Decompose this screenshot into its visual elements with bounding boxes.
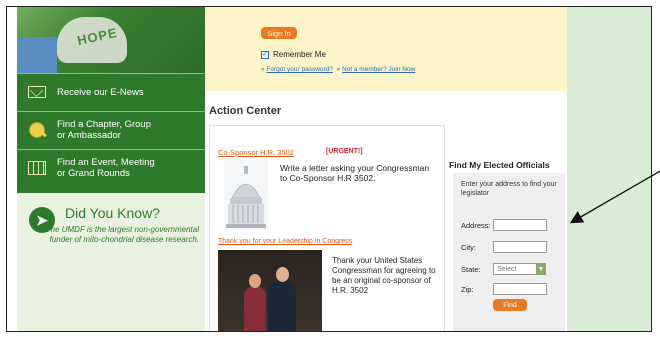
thanks-link[interactable]: Thank you for your Leadership in Congres… — [218, 238, 352, 245]
sidebar-item-label: Receive our E-News — [57, 86, 144, 98]
state-label: State: — [461, 265, 481, 274]
right-pane — [567, 7, 651, 331]
cosponsor-link[interactable]: Co-Sponsor H.R. 3502 — [218, 148, 294, 157]
sidebar-item-label: Find an Event, Meeting or Grand Rounds — [57, 157, 155, 179]
forgot-password-link[interactable]: Forgot your password? — [266, 66, 332, 73]
zip-input[interactable] — [493, 283, 547, 295]
address-label: Address: — [461, 221, 491, 230]
sidebar-item-find-chapter[interactable]: Find a Chapter, Group or Ambassador — [17, 111, 205, 148]
signin-box: Sign In ✓ Remember Me » Forgot your pass… — [205, 7, 567, 91]
photo-person-man — [268, 267, 296, 331]
globe-search-icon — [29, 122, 45, 138]
cosponsor-text: Write a letter asking your Congressman t… — [280, 163, 430, 183]
city-input[interactable] — [493, 241, 547, 253]
action-center-panel: Co-Sponsor H.R. 3502 [URGENT!] Write a l… — [209, 125, 445, 331]
officials-intro: Enter your address to find your legislat… — [461, 181, 557, 197]
remember-checkbox[interactable]: ✓ — [261, 50, 269, 59]
did-you-know-title: Did You Know? — [65, 205, 160, 221]
sidebar-item-find-event[interactable]: Find an Event, Meeting or Grand Rounds — [17, 149, 205, 186]
state-select-value: Select — [497, 265, 517, 273]
chevron-down-icon[interactable]: ▼ — [536, 263, 546, 275]
sidebar-item-label: Find a Chapter, Group or Ambassador — [57, 119, 151, 141]
envelope-icon — [28, 86, 46, 98]
capitol-image — [224, 160, 268, 230]
did-you-know-box[interactable]: ➤ Did You Know? The UMDF is the largest … — [17, 193, 205, 331]
officials-title: Find My Elected Officials — [449, 160, 550, 170]
thanks-text: Thank your United States Congressman for… — [332, 256, 436, 295]
photo-shirt — [17, 37, 57, 73]
sidebar-item-enews[interactable]: Receive our E-News — [17, 73, 205, 110]
remember-me[interactable]: ✓ Remember Me — [261, 50, 326, 59]
left-sidebar: HOPE Receive our E-News Find a Chapter, … — [17, 7, 205, 331]
congressman-photo — [218, 250, 322, 331]
sign-in-button[interactable]: Sign In — [261, 27, 297, 39]
did-you-know-body: The UMDF is the largest non-governmental… — [45, 225, 199, 244]
remember-label: Remember Me — [273, 50, 326, 59]
join-now-link[interactable]: Not a member? Join Now — [342, 66, 415, 73]
main-content: Sign In ✓ Remember Me » Forgot your pass… — [205, 7, 567, 331]
address-input[interactable] — [493, 219, 547, 231]
action-center-title: Action Center — [209, 105, 282, 117]
city-label: City: — [461, 243, 476, 252]
signin-links: » Forgot your password? » Not a member? … — [261, 66, 416, 73]
officials-form: Enter your address to find your legislat… — [453, 173, 565, 331]
screenshot-frame: HOPE Receive our E-News Find a Chapter, … — [6, 6, 652, 332]
state-select[interactable]: Select ▼ — [493, 263, 546, 275]
calendar-icon — [28, 161, 46, 175]
urgent-label: [URGENT!] — [326, 148, 363, 155]
zip-label: Zip: — [461, 285, 474, 294]
find-button[interactable]: Find — [493, 299, 527, 311]
hope-photo: HOPE — [17, 7, 205, 73]
photo-person-woman — [244, 274, 266, 331]
